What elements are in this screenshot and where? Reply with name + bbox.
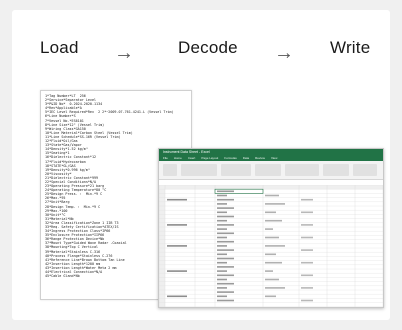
arrow-right-icon: → [274, 42, 294, 64]
pipeline-steps: Load → Decode → Write [12, 38, 390, 68]
pipeline-diagram: Load → Decode → Write 1*Tag Number*LT 25… [12, 10, 390, 320]
spreadsheet-window: Instrument Data Sheet - Excel File Home In… [158, 148, 384, 308]
spreadsheet-ribbon [159, 161, 383, 180]
arrow-right-icon: → [114, 42, 134, 64]
step-decode: Decode [178, 38, 238, 57]
step-load: Load [40, 38, 79, 57]
spreadsheet-grid [159, 185, 383, 307]
grid-lines [159, 185, 383, 307]
spreadsheet-titlebar: Instrument Data Sheet - Excel [159, 149, 383, 156]
step-write: Write [330, 38, 371, 57]
